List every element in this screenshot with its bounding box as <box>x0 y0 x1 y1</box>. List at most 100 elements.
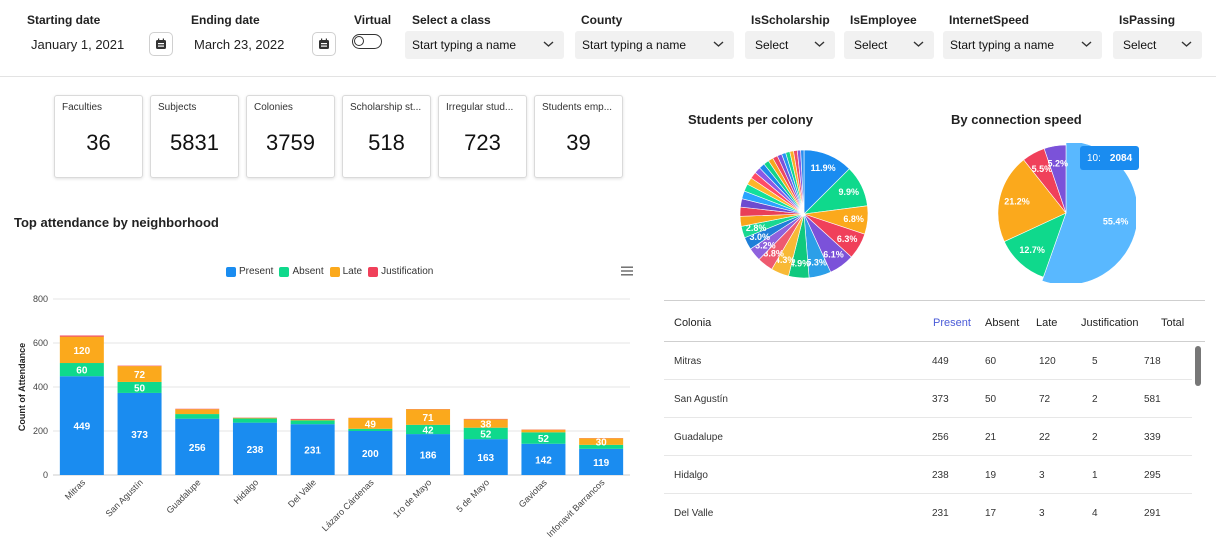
kpi-card-faculties: Faculties 36 <box>54 95 143 178</box>
cell-total: 291 <box>1144 508 1161 519</box>
table-header: Colonia Present Absent Late Justificatio… <box>664 300 1205 342</box>
kpi-card-employed: Students emp... 39 <box>534 95 623 178</box>
bar-segment-absent <box>175 414 220 419</box>
kpi-title: Colonies <box>254 102 293 113</box>
cell-absent: 19 <box>985 470 997 481</box>
table-scrollbar[interactable] <box>1195 346 1201 386</box>
scholarship-select[interactable]: Select <box>745 31 835 59</box>
cell-colonia: Hidalgo <box>674 470 708 481</box>
attendance-chart-title: Top attendance by neighborhood <box>14 215 219 230</box>
x-tick-label: Gaviotas <box>517 477 550 510</box>
cell-late: 3 <box>1039 470 1045 481</box>
cell-present: 238 <box>932 470 949 481</box>
cell-late: 3 <box>1039 508 1045 519</box>
virtual-toggle[interactable] <box>352 34 382 49</box>
column-header-colonia[interactable]: Colonia <box>674 317 711 329</box>
cell-justification: 1 <box>1092 470 1098 481</box>
table-row[interactable]: Mitras 449 60 120 5 718 <box>664 342 1192 380</box>
kpi-value: 518 <box>368 130 405 155</box>
column-header-justification[interactable]: Justification <box>1081 317 1138 329</box>
column-header-present[interactable]: Present <box>933 317 971 329</box>
pie-data-label: 6.8% <box>843 214 864 224</box>
pie-data-label: 11.9% <box>811 163 836 173</box>
kpi-card-colonies: Colonies 3759 <box>246 95 335 178</box>
x-tick-label: Lázaro Cárdenas <box>320 477 376 533</box>
cell-total: 581 <box>1144 394 1161 405</box>
cell-absent: 21 <box>985 432 997 443</box>
pie-data-label: 5.2% <box>1048 158 1069 168</box>
y-tick-label: 200 <box>33 426 48 436</box>
cell-justification: 2 <box>1092 394 1098 405</box>
employee-select[interactable]: Select <box>844 31 934 59</box>
passing-select-value: Select <box>1123 38 1157 52</box>
students-per-colony-pie: 11.9%9.9%6.8%6.3%6.1%5.3%4.9%4.3%3.8%3.2… <box>739 149 869 279</box>
end-date-field[interactable]: March 23, 2022 <box>194 37 284 52</box>
class-select[interactable]: Start typing a name <box>405 31 564 59</box>
cell-colonia: Mitras <box>674 356 702 367</box>
cell-late: 120 <box>1039 356 1056 367</box>
passing-label: IsPassing <box>1119 13 1176 27</box>
pie-data-label: 12.7% <box>1019 245 1045 255</box>
bar-segment-late <box>521 429 566 433</box>
cell-total: 718 <box>1144 356 1161 367</box>
toggle-knob <box>354 36 364 46</box>
start-date-calendar-button[interactable] <box>149 32 173 56</box>
cell-present: 449 <box>932 356 949 367</box>
table-row[interactable]: San Agustín 373 50 72 2 581 <box>664 380 1192 418</box>
end-date-label: Ending date <box>191 13 260 27</box>
pie-tooltip: 10: 2084 <box>1080 146 1140 170</box>
cell-total: 339 <box>1144 432 1161 443</box>
column-header-total[interactable]: Total <box>1161 317 1184 329</box>
tooltip-label: 10: <box>1087 152 1101 164</box>
employee-select-value: Select <box>854 38 888 52</box>
chevron-down-icon <box>543 41 554 47</box>
bar-segment-justification <box>59 335 104 337</box>
x-tick-label: Del Valle <box>286 477 318 509</box>
x-tick-label: 5 de Mayo <box>454 477 491 514</box>
internet-speed-select[interactable]: Start typing a name <box>943 31 1102 59</box>
end-date-calendar-button[interactable] <box>312 32 336 56</box>
class-label: Select a class <box>412 13 491 27</box>
bar-data-label: 60 <box>76 366 88 377</box>
filter-bar: Starting date January 1, 2021 Ending dat… <box>0 0 1216 77</box>
pie-data-label: 21.2% <box>1004 196 1030 206</box>
bar-segment-late <box>175 409 220 415</box>
column-header-absent[interactable]: Absent <box>985 317 1019 329</box>
bar-data-label: 50 <box>134 383 146 394</box>
bar-segment-late <box>290 419 335 421</box>
cell-justification: 2 <box>1092 432 1098 443</box>
bar-data-label: 30 <box>596 438 608 449</box>
bar-segment-absent <box>232 418 277 423</box>
cell-absent: 60 <box>985 356 997 367</box>
cell-late: 22 <box>1039 432 1051 443</box>
bar-segment-justification <box>290 418 335 420</box>
cell-absent: 50 <box>985 394 997 405</box>
table-row[interactable]: Guadalupe 256 21 22 2 339 <box>664 418 1192 456</box>
pie-data-label: 9.9% <box>839 187 860 197</box>
bar-data-label: 49 <box>365 419 377 430</box>
cell-present: 231 <box>932 508 949 519</box>
passing-select[interactable]: Select <box>1113 31 1202 59</box>
table-row[interactable]: Del Valle 231 17 3 4 291 <box>664 494 1192 532</box>
table-row[interactable]: Hidalgo 238 19 3 1 295 <box>664 456 1192 494</box>
kpi-card-irregular: Irregular stud... 723 <box>438 95 527 178</box>
class-select-placeholder: Start typing a name <box>412 38 517 52</box>
column-header-late[interactable]: Late <box>1036 317 1057 329</box>
bar-segment-late <box>232 417 277 419</box>
cell-present: 373 <box>932 394 949 405</box>
cell-present: 256 <box>932 432 949 443</box>
bar-data-label: 449 <box>74 422 91 433</box>
internet-speed-label: InternetSpeed <box>949 13 1030 27</box>
start-date-field[interactable]: January 1, 2021 <box>31 37 124 52</box>
cell-colonia: Guadalupe <box>674 432 723 443</box>
pie-data-label: 55.4% <box>1103 216 1129 226</box>
bar-data-label: 52 <box>480 429 492 440</box>
x-tick-label: San Agustín <box>104 477 145 518</box>
chevron-down-icon <box>713 41 724 47</box>
bar-data-label: 119 <box>593 458 610 469</box>
bar-data-label: 163 <box>477 453 494 464</box>
calendar-icon <box>319 38 329 49</box>
county-select[interactable]: Start typing a name <box>575 31 734 59</box>
pie-data-label: 6.3% <box>837 234 858 244</box>
scholarship-select-value: Select <box>755 38 789 52</box>
